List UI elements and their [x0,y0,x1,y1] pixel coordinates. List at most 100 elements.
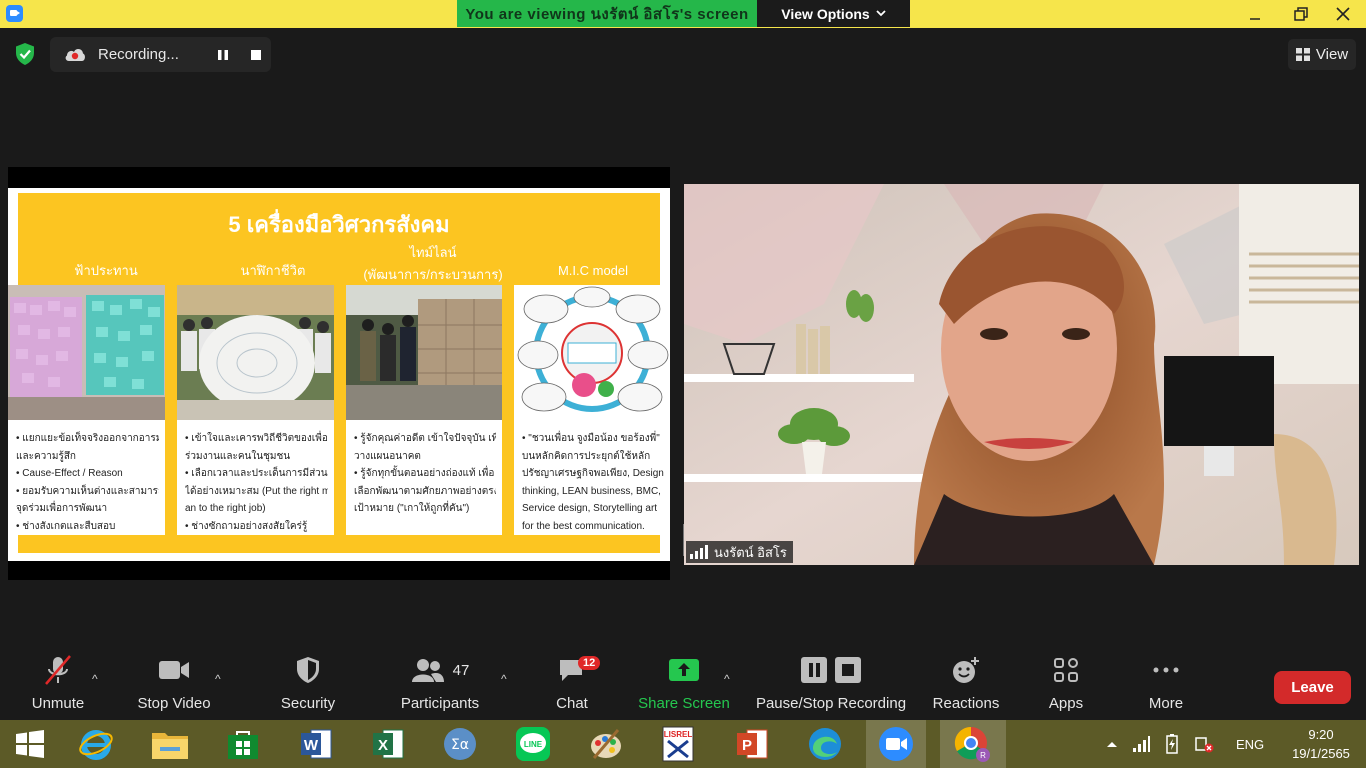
cellular-signal-icon[interactable] [1132,736,1150,752]
bullet-line: • ช่างซักถามอย่างสงสัยใคร่รู้ [185,520,308,532]
shared-screen: 5 เครื่องมือวิศวกรสังคม ฟ้าประทาน นาฬิกา… [8,167,688,580]
paint-palette-icon [591,729,621,759]
taskbar-lisrel[interactable]: LISREL [648,720,708,768]
video-camera-icon [158,650,190,690]
stop-recording-button[interactable] [240,37,272,72]
bullet-line: • ช่างสังเกตและสืบสอบ [16,520,116,532]
audio-options-caret[interactable]: ^ [92,672,98,686]
stop-video-label: Stop Video [137,695,211,712]
bullet-line: • รู้จักคุณค่าอดีต เข้าใจปัจจุบัน เพื่อ [354,433,496,444]
bullet-line: • เข้าใจและเคารพวิถีชีวิตของเพื่อน [185,433,328,444]
group-photo [177,285,334,420]
column-heading: ไทม์ไลน์ [409,245,457,260]
mic-muted-icon [42,650,74,690]
column-heading: นาฬิกาชีวิต [240,263,306,278]
column-heading: ฟ้าประทาน [74,263,138,278]
bullet-line: • "ชวนเพื่อน จูงมือน้อง ขอร้องพี่" [522,433,660,444]
chat-button[interactable]: 12 Chat [546,650,601,720]
stop-video-button[interactable]: Stop Video [134,650,214,720]
taskbar-powerpoint[interactable]: P [722,720,782,768]
store-bag-icon [228,731,258,759]
taskbar-excel[interactable]: X [358,720,418,768]
taskbar-zoom[interactable] [866,720,926,768]
taskbar-chrome[interactable]: R [940,720,1006,768]
bullet-line: Service design, Storytelling art [522,503,658,514]
start-button[interactable] [0,720,60,768]
maximize-button[interactable] [1278,0,1324,28]
bullet-line: an to the right job) [185,503,266,514]
taskbar-store[interactable] [213,720,273,768]
bullet-line: • ยอมรับความเห็นต่างและสามารถหา [16,485,159,497]
column-heading: M.I.C model [557,263,629,278]
participant-name: นงรัตน์ อิสโร [714,544,787,560]
taskbar-file-explorer[interactable] [140,720,200,768]
view-label: View [1315,46,1349,63]
svg-text:Σα: Σα [451,737,469,753]
taskbar-word[interactable]: W [286,720,346,768]
taskbar-clock[interactable]: 9:20 19/1/2565 [1282,725,1360,763]
grid-view-icon [1295,48,1310,61]
tray-overflow-icon[interactable] [1106,740,1118,748]
taskbar-internet-explorer[interactable] [66,720,126,768]
share-screen-button[interactable]: Share Screen [636,650,732,720]
apps-button[interactable]: Apps [1036,650,1096,720]
signal-strength-icon [690,545,708,559]
input-language[interactable]: ENG [1236,737,1264,752]
line-chat-icon: LINE [516,727,550,761]
taskbar-edge[interactable] [795,720,855,768]
cloud-record-icon [65,48,85,61]
minimize-icon [1250,18,1260,20]
security-button[interactable]: Security [270,650,346,720]
zoom-logo-icon [6,5,23,22]
bullet-line: ปรัชญาเศรษฐกิจพอเพียง, Design [522,468,664,479]
battery-charging-icon[interactable] [1164,734,1180,754]
share-options-caret[interactable]: ^ [724,672,730,686]
unmute-label: Unmute [31,695,85,712]
meeting-toolbar: Unmute ^ Stop Video ^ Security 47 Partic… [0,650,1366,720]
word-icon: W [301,729,332,759]
participant-video[interactable]: นงรัตน์ อิสโร [684,184,1359,565]
svg-text:W: W [304,737,319,754]
unmute-button[interactable]: Unmute [22,650,94,720]
bullet-line: เลือกพัฒนาตามศักยภาพอย่างตรง [354,485,496,497]
participants-options-caret[interactable]: ^ [501,672,507,686]
participant-name-tag: นงรัตน์ อิสโร [686,541,793,563]
recording-controls-icon [800,650,862,690]
bullet-line: ร่วมงานและคนในชุมชน [185,450,291,462]
excel-icon: X [373,729,404,759]
pause-recording-button[interactable] [207,37,239,72]
more-button[interactable]: More [1136,650,1196,720]
close-button[interactable] [1320,0,1366,28]
column-subheading: (พัฒนาการ/กระบวนการ) [363,267,503,282]
pause-stop-recording-button[interactable]: Pause/Stop Recording [752,650,910,720]
close-icon [1336,7,1350,21]
taskbar-line[interactable]: LINE [503,720,563,768]
network-disconnected-icon[interactable] [1194,735,1214,753]
recording-indicator: Recording... [50,37,271,72]
share-screen-icon [668,650,700,690]
minimize-button[interactable] [1232,0,1278,28]
reactions-button[interactable]: Reactions [928,650,1004,720]
chat-unread-badge: 12 [578,656,601,670]
pause-icon [218,49,228,60]
taskbar-paint[interactable] [576,720,636,768]
edge-browser-icon [809,728,841,760]
participant-video-frame [684,184,1359,565]
windows-logo-icon [16,730,44,758]
bullet-line: • แยกแยะข้อเท็จจริงออกจากอารมณ์ [16,433,159,444]
bullet-line: thinking, LEAN business, BMC, [522,485,661,497]
leave-button[interactable]: Leave [1274,671,1351,704]
view-options-button[interactable]: View Options [757,0,910,27]
timeline-photo [346,285,502,420]
view-layout-button[interactable]: View [1288,39,1356,70]
recording-label: Recording... [98,46,179,63]
encryption-shield-icon[interactable] [14,42,36,66]
taskbar-math-input[interactable]: Σα [430,720,490,768]
sticky-notes-photo [8,285,165,420]
video-options-caret[interactable]: ^ [215,672,221,686]
bullet-line: • Cause-Effect / Reason [16,468,123,479]
bullet-line: • รู้จักทุกขั้นตอนอย่างถ่องแท้ เพื่อ [354,468,495,479]
chat-bubble-icon: 12 [558,650,601,690]
participants-button[interactable]: 47 Participants [398,650,482,720]
more-dots-icon [1152,650,1180,690]
